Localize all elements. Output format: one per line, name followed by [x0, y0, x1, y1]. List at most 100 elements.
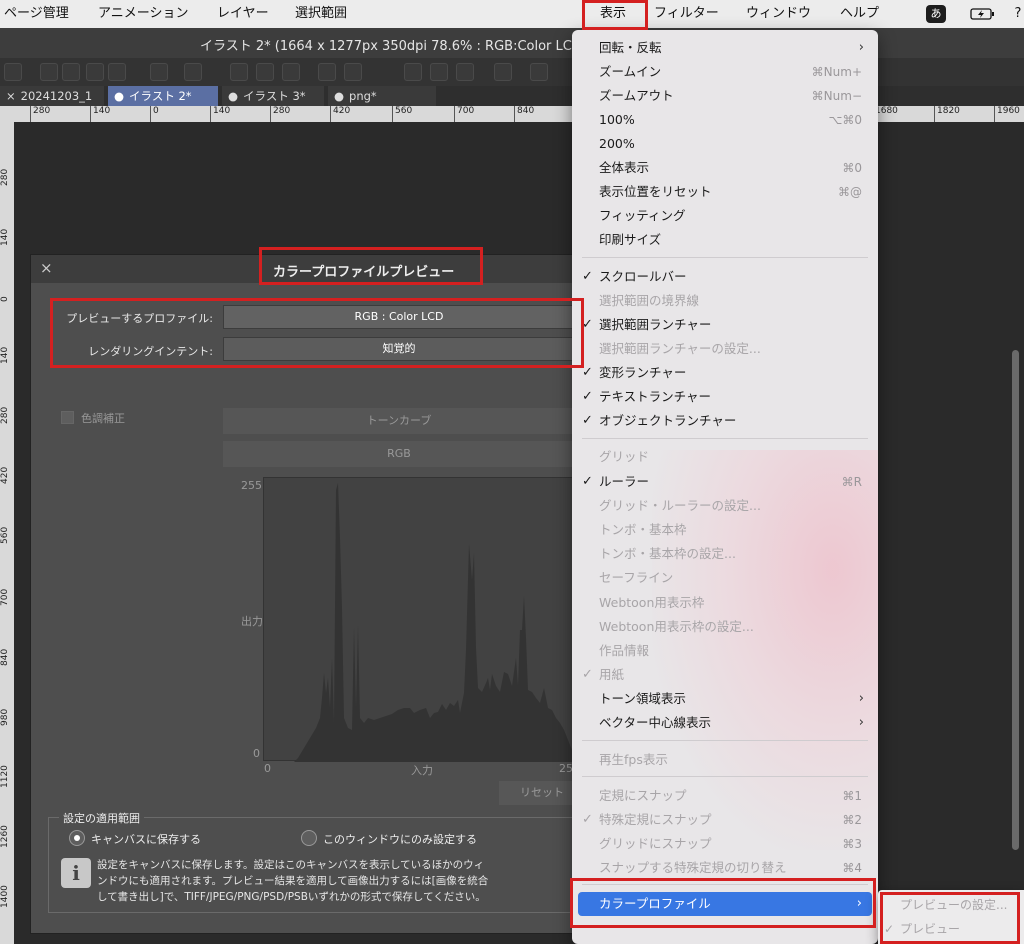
- annotation-submenu: [880, 892, 1020, 944]
- checkmark-icon: ✓: [582, 413, 593, 428]
- radio-this-window-only[interactable]: [301, 830, 317, 846]
- menu-item-fit-all[interactable]: 全体表示 ⌘0: [572, 156, 878, 180]
- chevron-right-icon: ›: [858, 691, 864, 706]
- menu-item-rotate-flip[interactable]: 回転・反転 ›: [572, 36, 878, 60]
- menu-item-zoom-in[interactable]: ズームイン ⌘Num+: [572, 60, 878, 84]
- vertical-ruler[interactable]: 280 140 0 140 280 420 560 700 840 980 11…: [0, 106, 14, 944]
- menu-animation[interactable]: アニメーション: [98, 0, 188, 28]
- menu-item-200[interactable]: 200%: [572, 132, 878, 156]
- menu-filter[interactable]: フィルター: [654, 0, 719, 28]
- menu-item-safe-line: セーフライン: [572, 566, 878, 590]
- tab-png[interactable]: ● png*: [328, 86, 436, 106]
- unsaved-dot-icon: ●: [228, 89, 239, 103]
- toolbar-button[interactable]: [430, 63, 448, 81]
- info-icon: i: [61, 858, 91, 888]
- toolbar-button[interactable]: [62, 63, 80, 81]
- tab-20241203-1[interactable]: × 20241203_1: [0, 86, 104, 106]
- menu-item-text-launcher[interactable]: ✓ テキストランチャー: [572, 385, 878, 409]
- menu-item-transform-launcher[interactable]: ✓ 変形ランチャー: [572, 361, 878, 385]
- toolbar-button[interactable]: [404, 63, 422, 81]
- shortcut: ⌘2: [842, 813, 862, 827]
- menu-item-scrollbar[interactable]: ✓ スクロールバー: [572, 265, 878, 289]
- menu-page-management[interactable]: ページ管理: [4, 0, 69, 28]
- toolbar-button[interactable]: [318, 63, 336, 81]
- toolbar-button[interactable]: [40, 63, 58, 81]
- menu-item-ruler[interactable]: ✓ ルーラー ⌘R: [572, 470, 878, 494]
- toolbar-button[interactable]: [456, 63, 474, 81]
- ime-indicator[interactable]: あ: [926, 5, 946, 23]
- menu-item-label: ズームアウト: [599, 88, 674, 103]
- menu-item-selection-launcher[interactable]: ✓ 選択範囲ランチャー: [572, 313, 878, 337]
- tab-illust-2[interactable]: ● イラスト 2*: [108, 86, 218, 106]
- menu-separator: [582, 438, 868, 439]
- menu-item-100[interactable]: 100% ⌥⌘0: [572, 108, 878, 132]
- info-text-line: ンドウにも適用されます。プレビュー結果を適用して画像出力するには[画像を統合: [97, 875, 489, 887]
- menu-item-label: トンボ・基本枠: [599, 522, 687, 537]
- annotation-profile-settings: [50, 298, 584, 368]
- histogram: [264, 483, 574, 762]
- view-menu-dropdown: 回転・反転 › ズームイン ⌘Num+ ズームアウト ⌘Num− 100% ⌥⌘0 20…: [572, 30, 878, 944]
- toolbar-button[interactable]: [230, 63, 248, 81]
- tab-illust-3[interactable]: ● イラスト 3*: [222, 86, 324, 106]
- toolbar-button[interactable]: [184, 63, 202, 81]
- menu-separator: [582, 740, 868, 741]
- annotation-dialog-title: [259, 247, 483, 285]
- toolbar-button[interactable]: [530, 63, 548, 81]
- radio-save-to-canvas[interactable]: [69, 830, 85, 846]
- toolbar-button[interactable]: [282, 63, 300, 81]
- menu-item-print-size[interactable]: 印刷サイズ: [572, 228, 878, 252]
- menu-item-zoom-out[interactable]: ズームアウト ⌘Num−: [572, 84, 878, 108]
- menu-item-label: ルーラー: [599, 474, 650, 489]
- close-icon[interactable]: ×: [40, 259, 53, 277]
- menu-item-reset-position[interactable]: 表示位置をリセット ⌘@: [572, 180, 878, 204]
- menu-item-label: 用紙: [599, 667, 625, 682]
- menu-item-tone-area[interactable]: トーン領域表示 ›: [572, 687, 878, 711]
- toolbar-button[interactable]: [150, 63, 168, 81]
- menu-item-label: 特殊定規にスナップ: [599, 812, 712, 827]
- ruler-label: 560: [0, 526, 10, 544]
- tab-label: png*: [349, 89, 377, 103]
- tone-curve-graph[interactable]: [263, 477, 574, 762]
- menu-item-label: オブジェクトランチャー: [599, 413, 737, 428]
- tone-correction-checkbox[interactable]: [61, 411, 74, 424]
- wifi-icon[interactable]: ?: [1012, 5, 1024, 23]
- toolbar-button[interactable]: [344, 63, 362, 81]
- toolbar-button[interactable]: [256, 63, 274, 81]
- toolbar-button[interactable]: [108, 63, 126, 81]
- checkmark-icon: ✓: [582, 667, 593, 682]
- toolbar-button[interactable]: [86, 63, 104, 81]
- histogram-shape: [264, 483, 574, 762]
- menu-item-label: 選択範囲ランチャーの設定...: [599, 341, 761, 356]
- ruler-label: 280: [270, 106, 290, 122]
- menu-item-vector-centerline[interactable]: ベクター中心線表示 ›: [572, 711, 878, 735]
- shortcut: ⌘4: [842, 861, 862, 875]
- tab-label: イラスト 3*: [243, 89, 306, 103]
- menu-item-label: 回転・反転: [599, 40, 662, 55]
- menu-item-object-launcher[interactable]: ✓ オブジェクトランチャー: [572, 409, 878, 433]
- menu-item-label: グリッドにスナップ: [599, 836, 712, 851]
- graph-y-axis-label: 出力: [241, 615, 263, 628]
- toolbar-button[interactable]: [494, 63, 512, 81]
- tab-label: イラスト 2*: [129, 89, 192, 103]
- close-icon[interactable]: ×: [6, 89, 16, 103]
- menu-item-label: スクロールバー: [599, 269, 687, 284]
- menu-help[interactable]: ヘルプ: [840, 0, 879, 28]
- ruler-label: 560: [392, 106, 412, 122]
- apply-scope-title: 設定の適用範囲: [59, 810, 144, 826]
- menu-item-fitting[interactable]: フィッティング: [572, 204, 878, 228]
- shortcut: ⌘3: [842, 837, 862, 851]
- menu-item-label: 印刷サイズ: [599, 232, 662, 247]
- tone-curve-select[interactable]: トーンカーブ: [223, 408, 575, 434]
- menu-window[interactable]: ウィンドウ: [746, 0, 811, 28]
- menu-layer[interactable]: レイヤー: [217, 0, 269, 28]
- toolbar-button[interactable]: [4, 63, 22, 81]
- menu-selection[interactable]: 選択範囲: [295, 0, 347, 28]
- vertical-scrollbar[interactable]: [1012, 350, 1019, 850]
- ruler-label: 1400: [0, 885, 10, 908]
- battery-icon[interactable]: [970, 5, 996, 23]
- chevron-right-icon: ›: [858, 40, 864, 55]
- info-text-line: して書き出し]で、TIFF/JPEG/PNG/PSD/PSBいずれかの形式で保存…: [97, 891, 486, 903]
- menu-item-label: Webtoon用表示枠の設定...: [599, 619, 754, 634]
- graph-x-min: 0: [264, 762, 271, 775]
- channel-select[interactable]: RGB: [223, 441, 575, 467]
